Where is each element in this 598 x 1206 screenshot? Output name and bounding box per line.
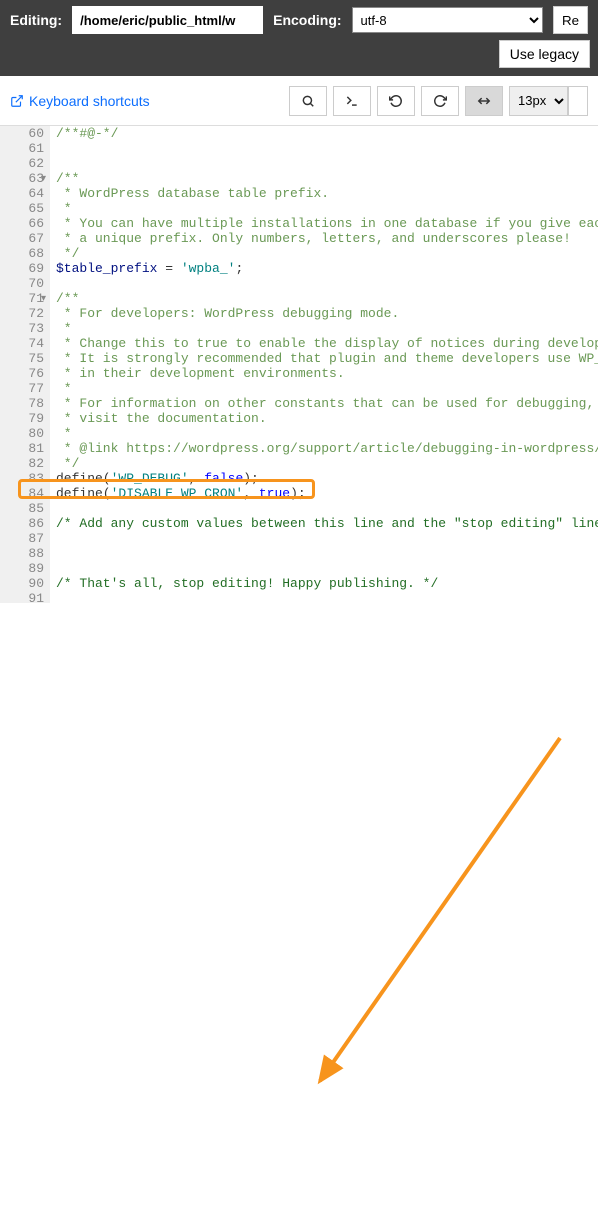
gutter-line: 70	[3, 276, 44, 291]
gutter-line: 86	[3, 516, 44, 531]
code-line[interactable]: * WordPress database table prefix.	[56, 186, 598, 201]
gutter-line: 60	[3, 126, 44, 141]
gutter-line: 69	[3, 261, 44, 276]
gutter-line: 89	[3, 561, 44, 576]
gutter-line: 82	[3, 456, 44, 471]
gutter-line: 71▾	[3, 291, 44, 306]
gutter-line: 74	[3, 336, 44, 351]
code-line[interactable]: /* Add any custom values between this li…	[56, 516, 598, 531]
legacy-bar: Use legacy	[0, 40, 598, 76]
code-line[interactable]: /**	[56, 291, 598, 306]
toolbar: Keyboard shortcuts 13px	[0, 76, 598, 126]
arrow-annotation	[0, 603, 598, 1206]
terminal-button[interactable]	[333, 86, 371, 116]
gutter-line: 72	[3, 306, 44, 321]
encoding-label: Encoding:	[273, 12, 341, 28]
code-line[interactable]: *	[56, 426, 598, 441]
gutter-line: 67	[3, 231, 44, 246]
code-line[interactable]: define('WP_DEBUG', false);	[56, 471, 598, 486]
gutter-line: 73	[3, 321, 44, 336]
gutter-line: 88	[3, 546, 44, 561]
re-button[interactable]: Re	[553, 6, 588, 34]
editing-label: Editing:	[10, 12, 62, 28]
editor[interactable]: 60616263▾6465666768697071▾72737475767778…	[0, 126, 598, 603]
redo-button[interactable]	[421, 86, 459, 116]
gutter-line: 66	[3, 216, 44, 231]
undo-button[interactable]	[377, 86, 415, 116]
code-line[interactable]: * You can have multiple installations in…	[56, 216, 598, 231]
code-line[interactable]	[56, 141, 598, 156]
gutter-line: 83	[3, 471, 44, 486]
gutter-line: 87	[3, 531, 44, 546]
code-line[interactable]	[56, 561, 598, 576]
code-line[interactable]: /**	[56, 171, 598, 186]
wrap-button[interactable]	[465, 86, 503, 116]
fold-icon[interactable]: ▾	[41, 172, 46, 187]
code-line[interactable]	[56, 501, 598, 516]
gutter-line: 77	[3, 381, 44, 396]
code-line[interactable]: *	[56, 201, 598, 216]
gutter-line: 75	[3, 351, 44, 366]
gutter-line: 81	[3, 441, 44, 456]
gutter-line: 80	[3, 426, 44, 441]
external-link-icon	[10, 94, 24, 108]
encoding-select[interactable]: utf-8	[352, 7, 543, 33]
gutter-line: 78	[3, 396, 44, 411]
keyboard-shortcuts-link[interactable]: Keyboard shortcuts	[10, 93, 150, 109]
code-line[interactable]: *	[56, 381, 598, 396]
code-area[interactable]: /**#@-*/ /** * WordPress database table …	[50, 126, 598, 603]
code-line[interactable]: * @link https://wordpress.org/support/ar…	[56, 441, 598, 456]
wrap-icon	[477, 94, 491, 108]
code-line[interactable]	[56, 591, 598, 603]
gutter-line: 64	[3, 186, 44, 201]
font-size-select[interactable]: 13px	[509, 86, 568, 116]
more-button[interactable]	[568, 86, 588, 116]
toolbar-right: 13px	[289, 86, 588, 116]
gutter: 60616263▾6465666768697071▾72737475767778…	[0, 126, 50, 603]
code-line[interactable]: /* That's all, stop editing! Happy publi…	[56, 576, 598, 591]
gutter-line: 65	[3, 201, 44, 216]
search-icon	[301, 94, 315, 108]
terminal-icon	[345, 94, 359, 108]
code-line[interactable]: define('DISABLE_WP_CRON', true);	[56, 486, 598, 501]
legacy-button[interactable]: Use legacy	[499, 40, 590, 68]
code-line[interactable]	[56, 531, 598, 546]
code-line[interactable]: */	[56, 246, 598, 261]
code-line[interactable]: * It is strongly recommended that plugin…	[56, 351, 598, 366]
gutter-line: 63▾	[3, 171, 44, 186]
keyboard-shortcuts-label: Keyboard shortcuts	[29, 93, 150, 109]
code-line[interactable]: */	[56, 456, 598, 471]
code-line[interactable]: * a unique prefix. Only numbers, letters…	[56, 231, 598, 246]
path-input[interactable]	[72, 6, 263, 34]
gutter-line: 85	[3, 501, 44, 516]
code-line[interactable]	[56, 546, 598, 561]
gutter-line: 90	[3, 576, 44, 591]
code-line[interactable]: * visit the documentation.	[56, 411, 598, 426]
topbar: Editing: Encoding: utf-8 Re	[0, 0, 598, 40]
gutter-line: 68	[3, 246, 44, 261]
undo-icon	[389, 94, 403, 108]
gutter-line: 79	[3, 411, 44, 426]
code-line[interactable]: * For information on other constants tha…	[56, 396, 598, 411]
code-line[interactable]: *	[56, 321, 598, 336]
code-line[interactable]: /**#@-*/	[56, 126, 598, 141]
code-line[interactable]: * For developers: WordPress debugging mo…	[56, 306, 598, 321]
code-line[interactable]: * in their development environments.	[56, 366, 598, 381]
gutter-line: 62	[3, 156, 44, 171]
search-button[interactable]	[289, 86, 327, 116]
code-line[interactable]	[56, 156, 598, 171]
fold-icon[interactable]: ▾	[41, 292, 46, 307]
gutter-line: 61	[3, 141, 44, 156]
code-line[interactable]: * Change this to true to enable the disp…	[56, 336, 598, 351]
gutter-line: 84	[3, 486, 44, 501]
gutter-line: 76	[3, 366, 44, 381]
redo-icon	[433, 94, 447, 108]
code-line[interactable]	[56, 276, 598, 291]
code-line[interactable]: $table_prefix = 'wpba_';	[56, 261, 598, 276]
gutter-line: 91	[3, 591, 44, 606]
